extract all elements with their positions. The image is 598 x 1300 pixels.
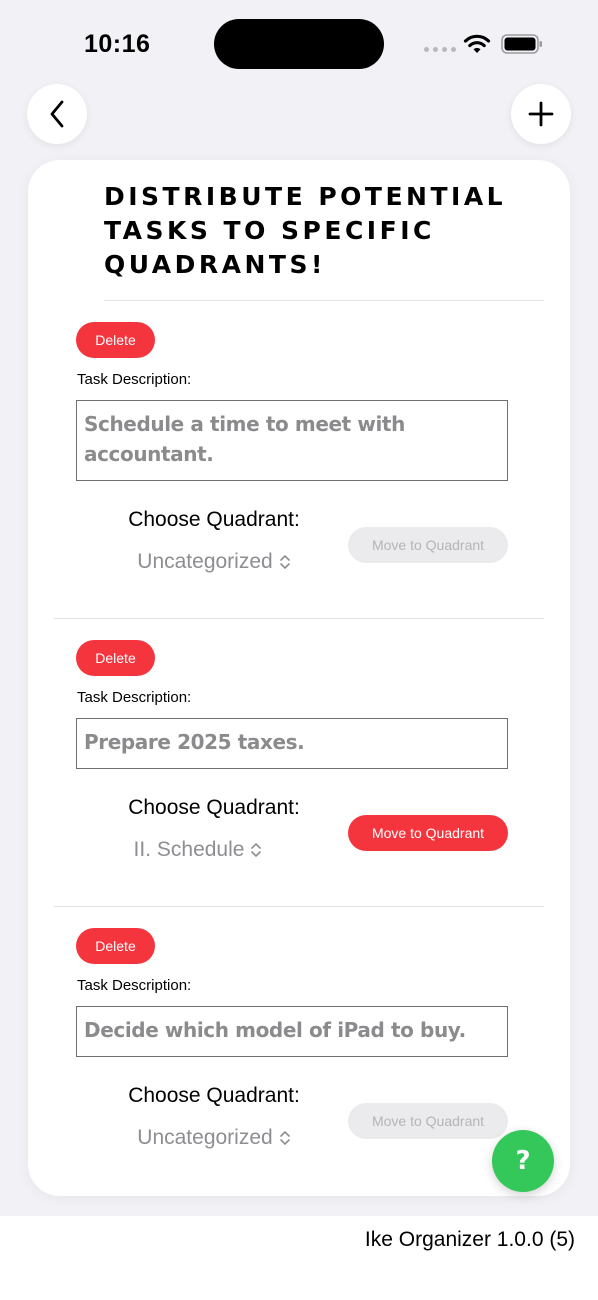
delete-button[interactable]: Delete [76, 640, 155, 676]
task-card: Distribute potential tasks to specific q… [28, 160, 570, 1196]
task-description-field[interactable]: Prepare 2025 taxes. [76, 718, 508, 769]
divider [54, 618, 544, 619]
task-description-field[interactable]: Decide which model of iPad to buy. [76, 1006, 508, 1057]
battery-icon [501, 34, 542, 54]
status-time: 10:16 [84, 30, 151, 58]
add-task-button[interactable] [511, 84, 571, 144]
move-to-quadrant-button[interactable]: Move to Quadrant [348, 527, 508, 563]
app-version-label: Ike Organizer 1.0.0 (5) [364, 1228, 575, 1251]
task-description-label: Task Description: [77, 977, 192, 994]
footer: Ike Organizer 1.0.0 (5) [0, 1216, 598, 1300]
plus-icon [528, 101, 554, 127]
choose-quadrant-label: Choose Quadrant: [128, 508, 300, 531]
task-item: Delete Task Description: Prepare 2025 ta… [28, 618, 570, 906]
back-button[interactable] [27, 84, 87, 144]
choose-quadrant-label: Choose Quadrant: [128, 796, 300, 819]
wifi-icon [463, 34, 491, 53]
quadrant-picker[interactable]: Uncategorized [84, 1126, 344, 1150]
quadrant-picker-value: Uncategorized [137, 550, 273, 573]
divider [104, 300, 544, 301]
task-item: Delete Task Description: Decide which mo… [28, 906, 570, 1194]
dynamic-island [214, 19, 384, 69]
task-item: Delete Task Description: Schedule a time… [28, 310, 570, 598]
chevron-up-down-icon [279, 555, 290, 569]
page-title: Distribute potential tasks to specific q… [104, 182, 507, 279]
chevron-up-down-icon [251, 843, 262, 857]
move-to-quadrant-button[interactable]: Move to Quadrant [348, 1103, 508, 1139]
task-description-field[interactable]: Schedule a time to meet with accountant. [76, 400, 508, 481]
cellular-signal-icon [424, 47, 456, 52]
task-description-label: Task Description: [77, 371, 192, 388]
chevron-left-icon [50, 100, 64, 128]
divider [54, 906, 544, 907]
chevron-up-down-icon [279, 1131, 290, 1145]
task-description-label: Task Description: [77, 689, 192, 706]
quadrant-picker-value: II. Schedule [133, 838, 245, 861]
help-button[interactable]: ? [492, 1130, 554, 1192]
delete-button[interactable]: Delete [76, 322, 155, 358]
move-to-quadrant-button[interactable]: Move to Quadrant [348, 815, 508, 851]
quadrant-picker[interactable]: II. Schedule [68, 838, 328, 862]
choose-quadrant-label: Choose Quadrant: [128, 1084, 300, 1107]
delete-button[interactable]: Delete [76, 928, 155, 964]
quadrant-picker-value: Uncategorized [137, 1126, 273, 1149]
quadrant-picker[interactable]: Uncategorized [84, 550, 344, 574]
